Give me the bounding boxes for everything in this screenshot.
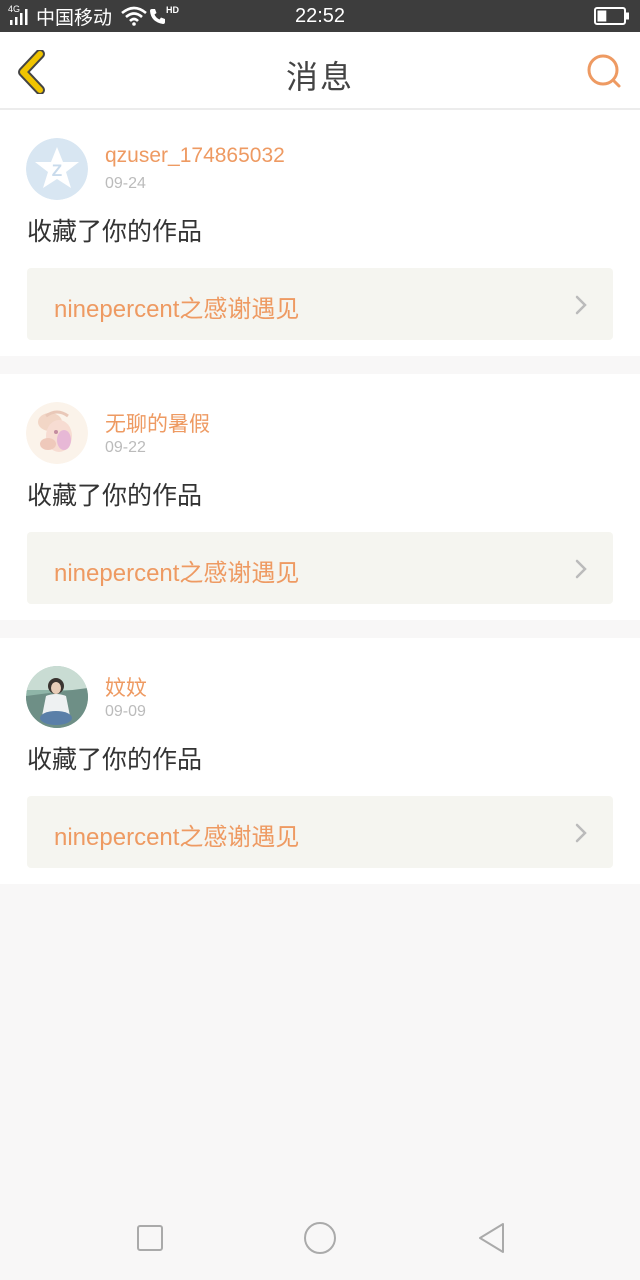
username[interactable]: qzuser_174865032: [105, 144, 285, 168]
message-date: 09-22: [105, 439, 146, 456]
avatar[interactable]: [26, 666, 88, 728]
app-header: 消息: [0, 32, 640, 110]
work-title: ninepercent之感谢遇见: [54, 296, 300, 323]
back-nav-button[interactable]: [474, 1220, 510, 1256]
work-link[interactable]: ninepercent之感谢遇见: [27, 268, 613, 340]
action-text: 收藏了你的作品: [27, 745, 203, 774]
status-bar: 4G 中国移动 HD 22:52: [0, 0, 640, 32]
action-text: 收藏了你的作品: [27, 217, 203, 246]
message-item[interactable]: 无聊的暑假 09-22 收藏了你的作品 ninepercent之感谢遇见: [0, 374, 640, 620]
chevron-right-icon: [575, 559, 587, 579]
chevron-right-icon: [575, 295, 587, 315]
system-nav-bar: [0, 1196, 640, 1280]
back-triangle-icon: [479, 1223, 504, 1253]
work-link[interactable]: ninepercent之感谢遇见: [27, 796, 613, 868]
photo-avatar-icon: [26, 666, 88, 728]
recents-square-icon: [137, 1225, 163, 1251]
home-button[interactable]: [302, 1220, 338, 1256]
username[interactable]: 无聊的暑假: [105, 408, 210, 438]
message-item[interactable]: Z qzuser_174865032 09-24 收藏了你的作品 nineper…: [0, 110, 640, 356]
action-text: 收藏了你的作品: [27, 481, 203, 510]
message-date: 09-09: [105, 703, 146, 720]
chevron-right-icon: [575, 823, 587, 843]
search-icon: [587, 54, 621, 88]
clock: 22:52: [294, 5, 346, 27]
message-date: 09-24: [105, 175, 146, 192]
svg-text:Z: Z: [52, 161, 62, 180]
work-title: ninepercent之感谢遇见: [54, 560, 300, 587]
search-button[interactable]: [584, 52, 624, 92]
battery-icon: [594, 7, 629, 25]
page-title: 消息: [285, 58, 354, 96]
work-link[interactable]: ninepercent之感谢遇见: [27, 532, 613, 604]
qzone-default-avatar-icon: Z: [26, 138, 88, 200]
username[interactable]: 妏妏: [105, 672, 147, 702]
message-item[interactable]: 妏妏 09-09 收藏了你的作品 ninepercent之感谢遇见: [0, 638, 640, 884]
home-circle-icon: [304, 1222, 336, 1254]
avatar[interactable]: Z: [26, 138, 88, 200]
recents-button[interactable]: [132, 1220, 168, 1256]
avatar[interactable]: [26, 402, 88, 464]
work-title: ninepercent之感谢遇见: [54, 824, 300, 851]
anime-girl-avatar-icon: [26, 402, 88, 464]
